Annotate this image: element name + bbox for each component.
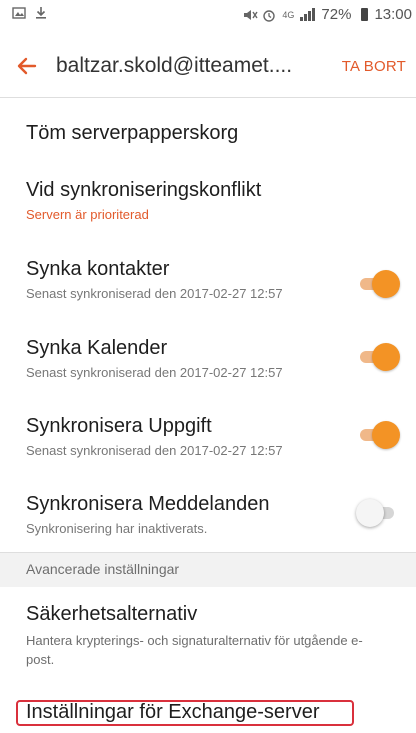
battery-icon [361, 8, 369, 21]
sync-contacts-toggle[interactable] [360, 270, 400, 298]
sync-tasks-item[interactable]: Synkronisera Uppgift Senast synkronisera… [26, 415, 356, 458]
status-bar: 4G 72% 13:00 [0, 0, 416, 32]
advanced-section-header: Avancerade inställningar [0, 553, 416, 587]
item-title: Synkronisera Meddelanden [26, 493, 270, 515]
section-label: Avancerade inställningar [26, 561, 180, 577]
item-subtitle: Synkronisering har inaktiverats. [26, 521, 208, 536]
alarm-icon [262, 8, 276, 22]
sync-calendar-toggle[interactable] [360, 343, 400, 371]
signal-icon [300, 8, 316, 21]
item-title: Synkronisera Uppgift [26, 415, 212, 437]
sync-contacts-item[interactable]: Synka kontakter Senast synkroniserad den… [26, 258, 356, 301]
item-title: Töm serverpapperskorg [26, 122, 239, 144]
item-title: Synka Kalender [26, 337, 168, 359]
clock: 13:00 [374, 6, 412, 23]
empty-server-trash-item[interactable]: Töm serverpapperskorg [26, 122, 356, 145]
item-title: Vid synkroniseringskonflikt [26, 179, 262, 201]
battery-percent: 72% [321, 6, 352, 23]
header-divider [0, 97, 416, 98]
item-title: Synka kontakter [26, 258, 170, 280]
sync-tasks-toggle[interactable] [360, 421, 400, 449]
delete-button[interactable]: TA BORT [342, 58, 406, 75]
exchange-server-settings-item[interactable]: Inställningar för Exchange-server [26, 701, 319, 724]
sync-calendar-item[interactable]: Synka Kalender Senast synkroniserad den … [26, 337, 356, 380]
item-subtitle: Senast synkroniserad den 2017-02-27 12:5… [26, 365, 283, 380]
item-title: Säkerhetsalternativ [26, 603, 198, 625]
status-left [12, 6, 48, 20]
item-subtitle: Hantera krypterings- och signaturalterna… [26, 633, 363, 667]
back-arrow-icon[interactable] [14, 54, 40, 80]
sync-conflict-item[interactable]: Vid synkroniseringskonflikt Servern är p… [26, 179, 356, 222]
toggle-thumb [372, 421, 400, 449]
item-subtitle: Senast synkroniserad den 2017-02-27 12:5… [26, 286, 283, 301]
download-icon [34, 6, 48, 20]
status-right: 4G 72% 13:00 [242, 6, 412, 23]
item-subtitle: Senast synkroniserad den 2017-02-27 12:5… [26, 443, 283, 458]
sync-messages-toggle[interactable] [356, 499, 396, 527]
app-header: baltzar.skold@itteamet.... TA BORT [0, 38, 416, 98]
security-options-item[interactable]: Säkerhetsalternativ Hantera krypterings-… [26, 603, 386, 669]
item-subtitle: Servern är prioriterad [26, 207, 149, 222]
sync-messages-item[interactable]: Synkronisera Meddelanden Synkronisering … [26, 493, 356, 536]
image-icon [12, 6, 26, 20]
toggle-thumb [372, 270, 400, 298]
4g-icon: 4G [282, 9, 295, 20]
account-title: baltzar.skold@itteamet.... [56, 54, 293, 77]
toggle-thumb [356, 499, 384, 527]
toggle-thumb [372, 343, 400, 371]
mute-icon [242, 8, 258, 22]
